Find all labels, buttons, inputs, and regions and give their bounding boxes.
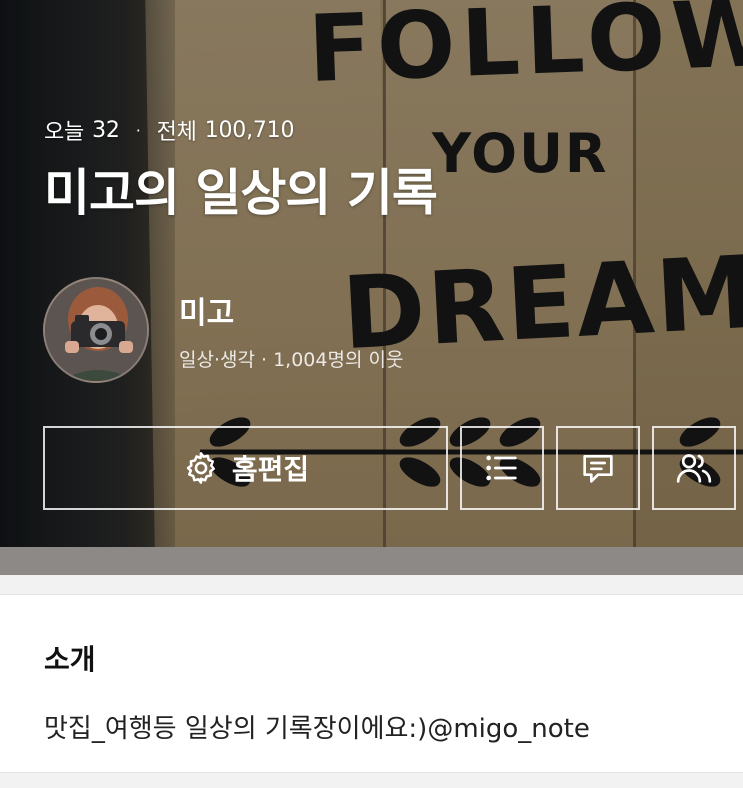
chat-icon: [578, 448, 618, 488]
neighbors-button[interactable]: [652, 426, 736, 510]
section-divider: [0, 575, 743, 595]
intro-text: 맛집_여행등 일상의 기록장이에요:)@migo_note: [44, 714, 590, 744]
edit-home-button[interactable]: 홈편집: [43, 426, 448, 510]
list-icon: [482, 448, 522, 488]
avatar-photo: [45, 279, 147, 381]
gear-icon: [182, 449, 220, 487]
avatar[interactable]: [43, 277, 149, 383]
blog-title: 미고의 일상의 기록: [44, 164, 438, 222]
guestbook-button[interactable]: [556, 426, 640, 510]
total-count: 100,710: [204, 117, 295, 143]
stats-separator: ·: [135, 120, 141, 140]
today-count: 32: [92, 117, 120, 143]
section-divider: [0, 772, 743, 788]
visitor-stats: 오늘 32 · 전체 100,710: [44, 114, 294, 146]
edit-home-label: 홈편집: [231, 453, 310, 486]
intro-section: 소개 맛집_여행등 일상의 기록장이에요:)@migo_note: [0, 596, 743, 772]
total-label: 전체: [156, 120, 197, 145]
today-label: 오늘: [44, 120, 85, 145]
post-list-button[interactable]: [460, 426, 544, 510]
blogger-info[interactable]: 일상·생각 · 1,004명의 이웃: [179, 345, 403, 372]
intro-heading: 소개: [44, 643, 96, 676]
neighbors-icon: [674, 448, 714, 488]
blogger-nickname[interactable]: 미고: [179, 288, 234, 332]
